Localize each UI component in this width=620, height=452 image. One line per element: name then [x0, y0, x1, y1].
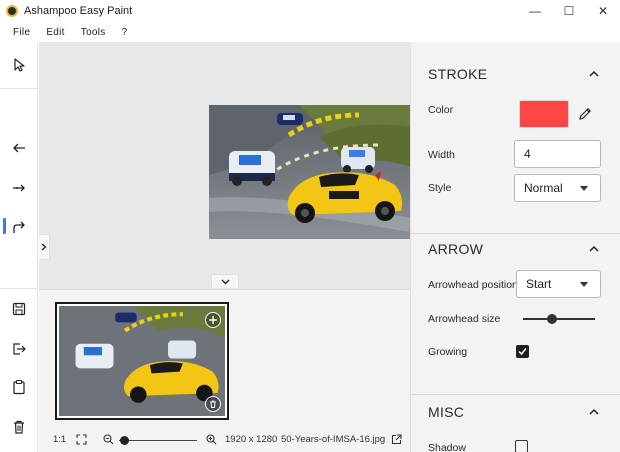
- title-bar: Ashampoo Easy Paint — ☐ ✕: [0, 0, 620, 22]
- delete-button[interactable]: [8, 416, 30, 438]
- select-tool-button[interactable]: [8, 54, 30, 76]
- left-toolbar: [0, 42, 38, 452]
- save-button[interactable]: [8, 298, 30, 320]
- redo-arrow-icon: [13, 221, 25, 233]
- redo-arrow-button[interactable]: [8, 216, 30, 238]
- thumbnail-item[interactable]: [55, 302, 229, 420]
- color-label: Color: [428, 104, 454, 116]
- dropdown-arrow-icon: [580, 186, 588, 191]
- zoom-slider-knob[interactable]: [120, 436, 129, 445]
- zoom-out-button[interactable]: [103, 434, 114, 445]
- fullscreen-icon: [76, 434, 87, 445]
- actual-size-button[interactable]: 1:1: [53, 434, 66, 445]
- checkmark-icon: [518, 348, 527, 356]
- window-title: Ashampoo Easy Paint: [24, 5, 133, 17]
- remove-image-button[interactable]: [205, 396, 221, 412]
- misc-section-header[interactable]: MISC: [411, 401, 620, 423]
- close-button[interactable]: ✕: [586, 0, 620, 22]
- menu-help[interactable]: ?: [114, 27, 136, 38]
- arrow-section-header[interactable]: ARROW: [411, 238, 620, 260]
- image-dimensions: 1920 x 1280: [225, 434, 278, 445]
- width-value: 4: [524, 147, 531, 161]
- zoom-slider[interactable]: [119, 440, 197, 441]
- properties-panel: STROKE Color Width 4 Style Normal ARROW …: [410, 42, 620, 452]
- growing-checkbox[interactable]: [516, 345, 529, 358]
- window-controls: — ☐ ✕: [518, 0, 620, 22]
- menu-file[interactable]: File: [5, 27, 38, 38]
- stroke-section-header[interactable]: STROKE: [411, 63, 620, 85]
- arrowhead-size-slider[interactable]: [523, 318, 595, 320]
- arrow-section-title: ARROW: [428, 241, 484, 257]
- growing-label: Growing: [428, 346, 468, 358]
- open-external-icon: [391, 434, 402, 445]
- style-label: Style: [428, 182, 452, 194]
- maximize-button[interactable]: ☐: [552, 0, 586, 22]
- race-photo[interactable]: [209, 105, 410, 239]
- chevron-down-icon: [221, 279, 229, 284]
- menu-bar: File Edit Tools ?: [0, 22, 620, 42]
- dropdown-arrow-icon: [580, 282, 588, 287]
- shadow-checkbox[interactable]: [515, 440, 528, 452]
- arrow-tool-icon: [13, 184, 25, 192]
- arrow-left-icon: [13, 143, 25, 153]
- thumbnail-photo[interactable]: [59, 306, 225, 416]
- chevron-up-icon: [589, 70, 599, 77]
- export-icon: [13, 343, 26, 355]
- menu-tools[interactable]: Tools: [73, 27, 114, 38]
- active-tool-indicator: [3, 218, 6, 234]
- plus-icon: [209, 316, 217, 324]
- select-icon: [14, 58, 25, 72]
- minimize-button[interactable]: —: [518, 0, 552, 22]
- arrow-tool-button[interactable]: [8, 176, 30, 198]
- arrowhead-size-label: Arrowhead size: [428, 313, 501, 325]
- shadow-label: Shadow: [428, 442, 466, 452]
- fit-to-window-button[interactable]: [76, 434, 87, 445]
- width-input[interactable]: 4: [514, 140, 601, 168]
- add-image-button[interactable]: [205, 312, 221, 328]
- zoom-in-button[interactable]: [206, 434, 217, 445]
- trash-small-icon: [210, 400, 216, 408]
- arrowhead-position-value: Start: [526, 277, 552, 291]
- expand-panel-button[interactable]: [39, 234, 50, 260]
- thumbnail-strip: [39, 289, 410, 452]
- misc-section-title: MISC: [428, 404, 465, 420]
- width-label: Width: [428, 149, 455, 161]
- status-bar: 1:1 1920 x 1280 50-Years-of-IMSA-16.jpg: [39, 430, 410, 452]
- trash-icon: [14, 420, 24, 434]
- chevron-up-icon: [589, 245, 599, 252]
- chevron-up-icon: [589, 408, 599, 415]
- back-button[interactable]: [8, 137, 30, 159]
- export-button[interactable]: [8, 338, 30, 360]
- color-swatch[interactable]: [519, 100, 569, 128]
- clipboard-button[interactable]: [8, 376, 30, 398]
- zoom-out-icon: [103, 434, 114, 445]
- clipboard-icon: [13, 380, 25, 395]
- style-dropdown[interactable]: Normal: [514, 174, 601, 202]
- file-name: 50-Years-of-IMSA-16.jpg: [281, 434, 386, 445]
- zoom-in-icon: [206, 434, 217, 445]
- style-value: Normal: [524, 181, 563, 195]
- chevron-right-icon: [41, 243, 47, 251]
- arrowhead-size-knob[interactable]: [547, 314, 557, 324]
- canvas-area[interactable]: [39, 42, 410, 289]
- pencil-icon[interactable]: [577, 106, 593, 122]
- stroke-section-title: STROKE: [428, 66, 488, 82]
- collapse-strip-button[interactable]: [211, 274, 239, 288]
- arrowhead-position-dropdown[interactable]: Start: [516, 270, 601, 298]
- save-icon: [12, 302, 26, 316]
- menu-edit[interactable]: Edit: [38, 27, 72, 38]
- arrowhead-position-label: Arrowhead position: [428, 279, 518, 291]
- app-logo-icon: [6, 5, 18, 17]
- open-external-button[interactable]: [391, 434, 402, 445]
